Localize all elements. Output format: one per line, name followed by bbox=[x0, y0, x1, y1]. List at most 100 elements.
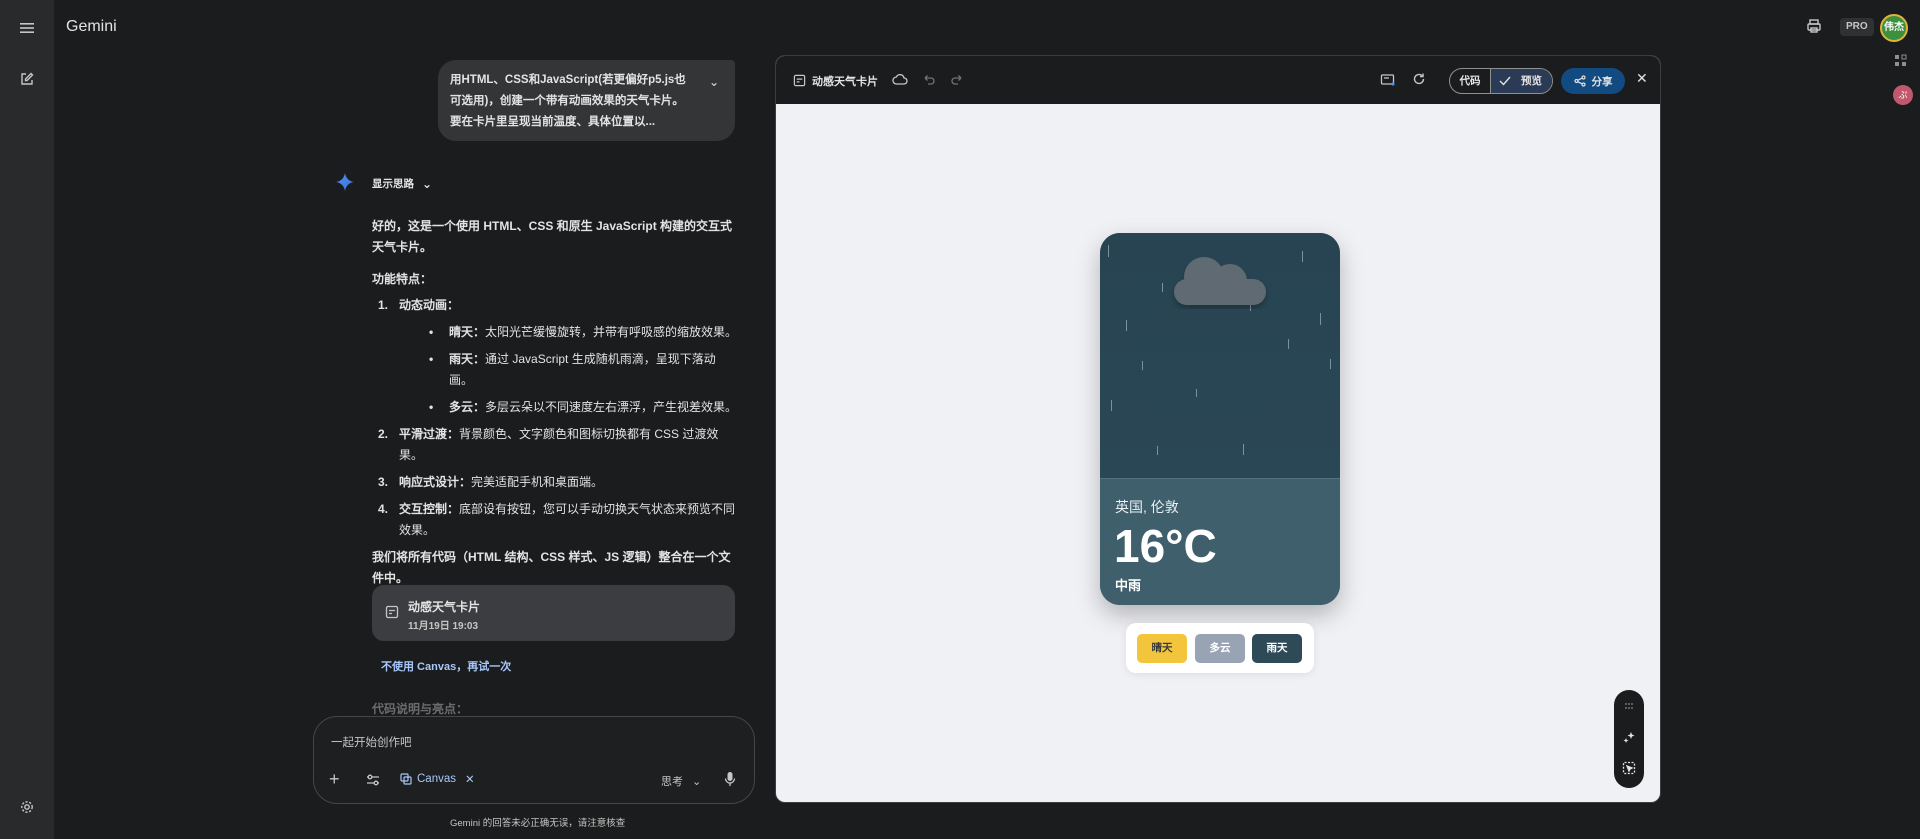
magic-icon[interactable] bbox=[1622, 731, 1636, 745]
cloud-sync-icon[interactable] bbox=[892, 72, 908, 88]
list-item: 4. 交互控制：底部设有按钮，您可以手动切换天气状态来预览不同效果。 bbox=[372, 499, 738, 541]
item-text: 通过 JavaScript 生成随机雨滴，呈现下落动画。 bbox=[449, 352, 716, 387]
raindrop bbox=[1126, 320, 1127, 331]
prompt-input[interactable]: 一起开始创作吧 bbox=[331, 734, 412, 750]
floating-toolbar bbox=[1614, 690, 1644, 788]
canvas-chip-label: Canvas bbox=[417, 773, 456, 785]
mode-select[interactable]: 思考 ⌄ bbox=[661, 773, 701, 789]
redo-icon[interactable] bbox=[951, 72, 967, 88]
settings-icon[interactable] bbox=[17, 797, 37, 817]
raindrop bbox=[1162, 283, 1163, 292]
list-number: 4. bbox=[378, 502, 389, 516]
raindrop bbox=[1320, 313, 1321, 325]
canvas-icon bbox=[400, 773, 412, 785]
mic-icon[interactable] bbox=[724, 771, 736, 787]
cloudy-button[interactable]: 多云 bbox=[1195, 634, 1245, 663]
merge-note: 我们将所有代码（HTML 结构、CSS 样式、JS 逻辑）整合在一个文件中。 bbox=[372, 550, 731, 585]
list-item: 3. 响应式设计：完美适配手机和桌面端。 bbox=[372, 472, 738, 493]
artifact-title: 动感天气卡片 bbox=[408, 600, 481, 614]
plus-icon[interactable]: + bbox=[329, 769, 340, 790]
screen-icon[interactable] bbox=[1380, 72, 1396, 88]
edit-icon[interactable] bbox=[17, 69, 37, 89]
canvas-icon bbox=[385, 605, 399, 619]
weather-info: 英国, 伦敦 16°C 中雨 bbox=[1100, 478, 1340, 605]
bullet: • bbox=[429, 325, 434, 339]
close-icon[interactable]: ✕ bbox=[465, 772, 475, 786]
avatar[interactable]: 伟杰 bbox=[1880, 14, 1908, 42]
app-brand[interactable]: Gemini bbox=[66, 18, 117, 36]
weather-temperature: 16°C bbox=[1114, 520, 1217, 572]
faded-heading: 代码说明与亮点： bbox=[372, 702, 469, 716]
canvas-toolbar: 动感天气卡片 代码 预览 分享 ✕ bbox=[776, 56, 1660, 104]
rainy-button[interactable]: 雨天 bbox=[1252, 634, 1302, 663]
chevron-down-icon: ⌄ bbox=[422, 176, 433, 191]
spark-icon bbox=[335, 172, 355, 192]
print-icon[interactable] bbox=[1806, 18, 1824, 36]
canvas-chip[interactable]: Canvas ✕ bbox=[400, 772, 475, 786]
bullet: • bbox=[429, 400, 434, 414]
bullet: • bbox=[429, 352, 434, 366]
select-icon[interactable] bbox=[1622, 761, 1636, 775]
list-item: • 晴天：太阳光芒缓慢旋转，并带有呼吸感的缩放效果。 bbox=[399, 322, 738, 343]
response-body: 好的，这是一个使用 HTML、CSS 和原生 JavaScript 构建的交互式… bbox=[372, 216, 738, 589]
pro-badge: PRO bbox=[1840, 18, 1874, 36]
menu-icon[interactable] bbox=[17, 18, 37, 38]
side-rail bbox=[0, 0, 54, 839]
list-number: 2. bbox=[378, 427, 389, 441]
artifact-card[interactable]: 动感天气卡片 11月19日 19:03 bbox=[372, 585, 735, 641]
list-item: 2. 平滑过渡：背景颜色、文字颜色和图标切换都有 CSS 过渡效果。 bbox=[372, 424, 738, 466]
show-thinking-label: 显示思路 bbox=[372, 178, 414, 190]
item-title: 响应式设计： bbox=[399, 475, 472, 489]
tab-preview[interactable]: 预览 bbox=[1490, 69, 1552, 93]
undo-icon[interactable] bbox=[921, 72, 937, 88]
extension-avatar[interactable]: ぷ bbox=[1893, 85, 1913, 105]
raindrop bbox=[1108, 245, 1109, 257]
list-item: 1. 动态动画： • 晴天：太阳光芒缓慢旋转，并带有呼吸感的缩放效果。 • 雨天：通… bbox=[372, 295, 738, 418]
item-title: 交互控制： bbox=[399, 502, 460, 516]
weather-controls: 晴天 多云 雨天 bbox=[1126, 623, 1314, 673]
tune-icon[interactable] bbox=[366, 773, 380, 787]
features-title: 功能特点： bbox=[372, 272, 433, 286]
share-label: 分享 bbox=[1591, 75, 1613, 88]
artifact-date: 11月19日 19:03 bbox=[408, 621, 479, 632]
share-button[interactable]: 分享 bbox=[1561, 68, 1625, 94]
apps-icon[interactable] bbox=[1894, 54, 1908, 68]
retry-link[interactable]: 不使用 Canvas，再试一次 bbox=[381, 658, 511, 674]
raindrop bbox=[1288, 339, 1289, 349]
item-text: 太阳光芒缓慢旋转，并带有呼吸感的缩放效果。 bbox=[485, 325, 738, 339]
disclaimer: Gemini 的回答未必正确无误，请注意核查 bbox=[450, 818, 626, 829]
tab-code[interactable]: 代码 bbox=[1450, 69, 1490, 93]
tab-preview-label: 预览 bbox=[1521, 75, 1542, 87]
item-title: 晴天： bbox=[449, 325, 486, 339]
item-title: 动态动画： bbox=[399, 298, 460, 312]
list-number: 1. bbox=[378, 298, 389, 312]
chevron-down-icon[interactable]: ⌄ bbox=[709, 72, 719, 93]
chevron-down-icon: ⌄ bbox=[692, 776, 702, 788]
mode-label: 思考 bbox=[661, 776, 683, 788]
weather-visual bbox=[1100, 233, 1340, 478]
share-icon bbox=[1573, 75, 1586, 87]
list-item: • 多云：多层云朵以不同速度左右漂浮，产生视差效果。 bbox=[399, 397, 738, 418]
weather-location: 英国, 伦敦 bbox=[1115, 499, 1179, 515]
raindrop bbox=[1243, 444, 1244, 455]
raindrop bbox=[1302, 251, 1303, 262]
drag-icon[interactable] bbox=[1622, 700, 1636, 714]
user-message-text: 用HTML、CSS和JavaScript(若更偏好p5.js也可选用)，创建一个… bbox=[450, 74, 686, 128]
item-text: 多层云朵以不同速度左右漂浮，产生视差效果。 bbox=[485, 400, 738, 414]
list-number: 3. bbox=[378, 475, 389, 489]
sunny-button[interactable]: 晴天 bbox=[1137, 634, 1187, 663]
item-title: 多云： bbox=[449, 400, 486, 414]
list-item: • 雨天：通过 JavaScript 生成随机雨滴，呈现下落动画。 bbox=[399, 349, 738, 391]
weather-card: 英国, 伦敦 16°C 中雨 bbox=[1100, 233, 1340, 605]
raindrop bbox=[1157, 446, 1158, 455]
raindrop bbox=[1142, 361, 1143, 370]
response-intro: 好的，这是一个使用 HTML、CSS 和原生 JavaScript 构建的交互式… bbox=[372, 219, 733, 254]
close-icon[interactable]: ✕ bbox=[1636, 70, 1648, 87]
check-icon bbox=[1499, 76, 1511, 86]
canvas-title: 动感天气卡片 bbox=[812, 76, 878, 88]
feature-list: 1. 动态动画： • 晴天：太阳光芒缓慢旋转，并带有呼吸感的缩放效果。 • 雨天：通… bbox=[372, 295, 738, 541]
raindrop bbox=[1111, 400, 1112, 411]
show-thinking-toggle[interactable]: 显示思路 ⌄ bbox=[372, 176, 432, 191]
refresh-icon[interactable] bbox=[1412, 72, 1428, 88]
item-title: 雨天： bbox=[449, 352, 486, 366]
